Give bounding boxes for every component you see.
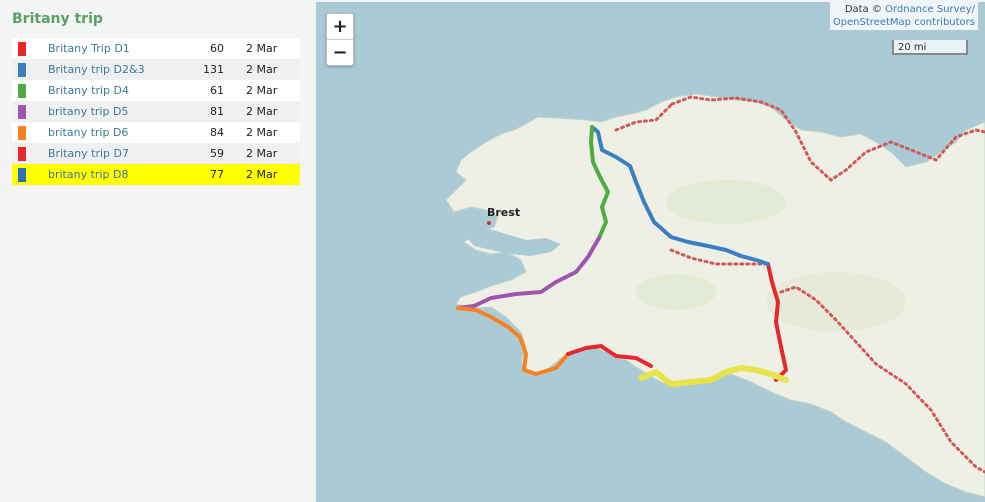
route-row[interactable]: Britany Trip D1 60 2 Mar — [12, 38, 300, 59]
place-label-brest: Brest — [487, 206, 521, 219]
route-color-swatch — [18, 42, 26, 56]
route-date: 2 Mar — [246, 105, 278, 118]
route-distance: 59 — [210, 147, 224, 160]
route-color-swatch — [18, 126, 26, 140]
map-view[interactable]: Brest + − Data © Ordnance Survey/ OpenSt… — [316, 2, 985, 502]
route-color-swatch — [18, 147, 26, 161]
route-row[interactable]: britany trip D8 77 2 Mar — [12, 164, 300, 185]
route-date: 2 Mar — [246, 168, 278, 181]
sidebar: Britany trip Britany Trip D1 60 2 Mar Brita… — [0, 0, 315, 502]
route-color-swatch — [18, 63, 26, 77]
route-color-swatch — [18, 84, 26, 98]
route-name-link[interactable]: britany trip D8 — [48, 168, 128, 181]
route-list: Britany Trip D1 60 2 Mar Britany trip D2&3 1… — [12, 38, 300, 185]
inland-area — [636, 274, 716, 310]
route-name-link[interactable]: Britany trip D7 — [48, 147, 129, 160]
route-row[interactable]: Britany trip D2&3 131 2 Mar — [12, 59, 300, 80]
scale-bar: 20 mi — [892, 40, 968, 55]
route-row[interactable]: Britany trip D7 59 2 Mar — [12, 143, 300, 164]
inland-area — [666, 180, 786, 224]
attribution-link-osm[interactable]: OpenStreetMap contributors — [833, 17, 975, 28]
route-name-link[interactable]: Britany trip D2&3 — [48, 63, 145, 76]
trip-title: Britany trip — [12, 11, 103, 27]
route-distance: 61 — [210, 84, 224, 97]
route-name-link[interactable]: britany trip D5 — [48, 105, 128, 118]
route-name-link[interactable]: Britany trip D4 — [48, 84, 129, 97]
route-color-swatch — [18, 105, 26, 119]
zoom-control: + − — [326, 13, 354, 66]
route-date: 2 Mar — [246, 63, 278, 76]
route-name-link[interactable]: britany trip D6 — [48, 126, 128, 139]
attribution-prefix: Data © — [844, 4, 886, 15]
route-distance: 81 — [210, 105, 224, 118]
route-name-link[interactable]: Britany Trip D1 — [48, 42, 130, 55]
route-distance: 84 — [210, 126, 224, 139]
route-distance: 60 — [210, 42, 224, 55]
route-color-swatch — [18, 168, 26, 182]
route-date: 2 Mar — [246, 126, 278, 139]
route-date: 2 Mar — [246, 42, 278, 55]
zoom-in-button[interactable]: + — [327, 14, 353, 40]
brest-marker — [487, 221, 491, 225]
route-row[interactable]: Britany trip D4 61 2 Mar — [12, 80, 300, 101]
route-distance: 77 — [210, 168, 224, 181]
route-date: 2 Mar — [246, 147, 278, 160]
route-date: 2 Mar — [246, 84, 278, 97]
route-row[interactable]: britany trip D6 84 2 Mar — [12, 122, 300, 143]
attribution-link-os[interactable]: Ordnance Survey/ — [885, 4, 975, 15]
inland-area — [766, 272, 906, 332]
map-attribution: Data © Ordnance Survey/ OpenStreetMap co… — [829, 2, 978, 30]
route-row[interactable]: britany trip D5 81 2 Mar — [12, 101, 300, 122]
route-distance: 131 — [203, 63, 224, 76]
zoom-out-button[interactable]: − — [327, 40, 353, 65]
map-canvas — [316, 2, 985, 502]
